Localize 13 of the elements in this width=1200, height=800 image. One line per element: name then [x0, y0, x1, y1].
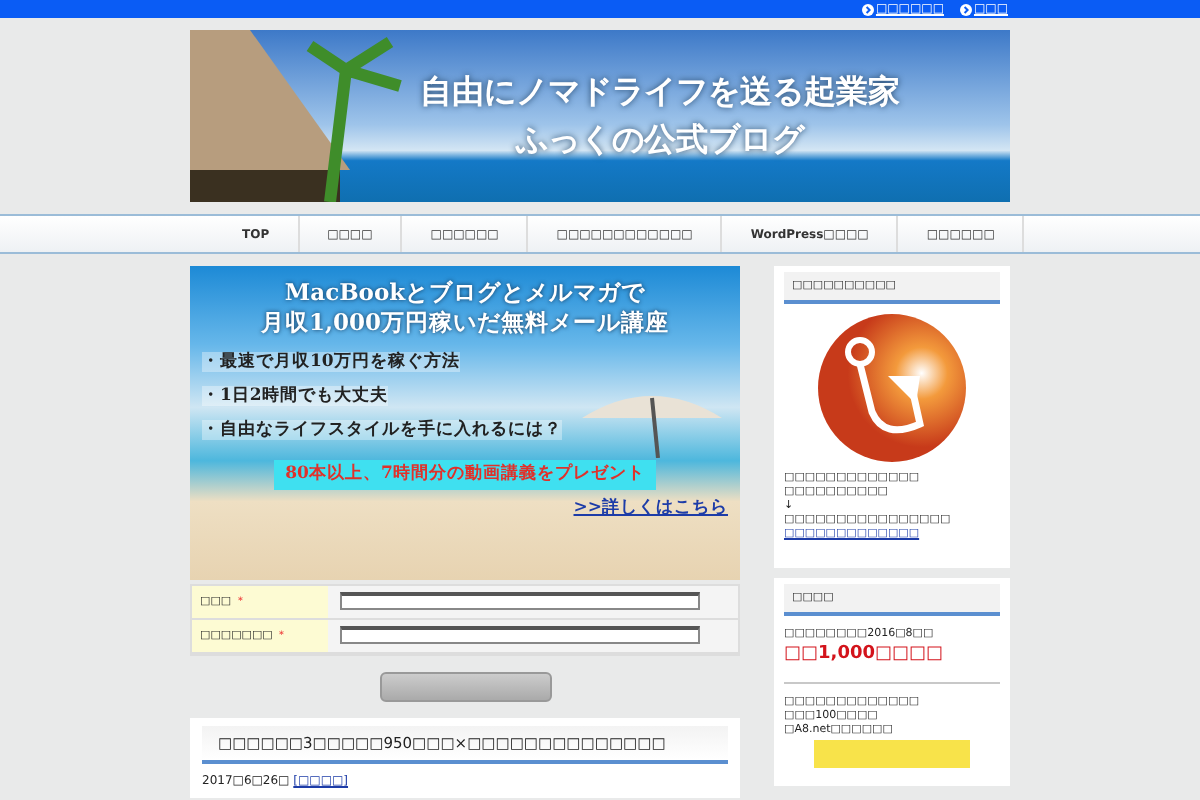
income-amount: □□1,000□□□□ — [784, 642, 945, 669]
promo-headline: 月収1,000万円稼いだ無料メール講座 — [260, 308, 669, 338]
promo-bullet: ・自由なライフスタイルを手に入れるには？ — [202, 420, 562, 440]
present-banner: 80本以上、7時間分の動画講義をプレゼント — [273, 460, 657, 490]
details-link[interactable]: >>詳しくはこちら — [573, 495, 728, 521]
promo-headline: MacBookとブログとメルマガで — [284, 278, 646, 308]
input-field[interactable] — [340, 626, 700, 645]
hook-logo-icon — [816, 312, 968, 465]
input-field[interactable] — [340, 592, 700, 611]
site-title: ふっくの公式ブログ — [516, 122, 804, 158]
site-title: 自由にノマドライフを送る起業家 — [420, 74, 900, 110]
promo-bullet: ・最速で月収10万円を稼ぐ方法 — [202, 352, 460, 372]
promo-bullet: ・1日2時間でも大丈夫 — [202, 386, 388, 406]
